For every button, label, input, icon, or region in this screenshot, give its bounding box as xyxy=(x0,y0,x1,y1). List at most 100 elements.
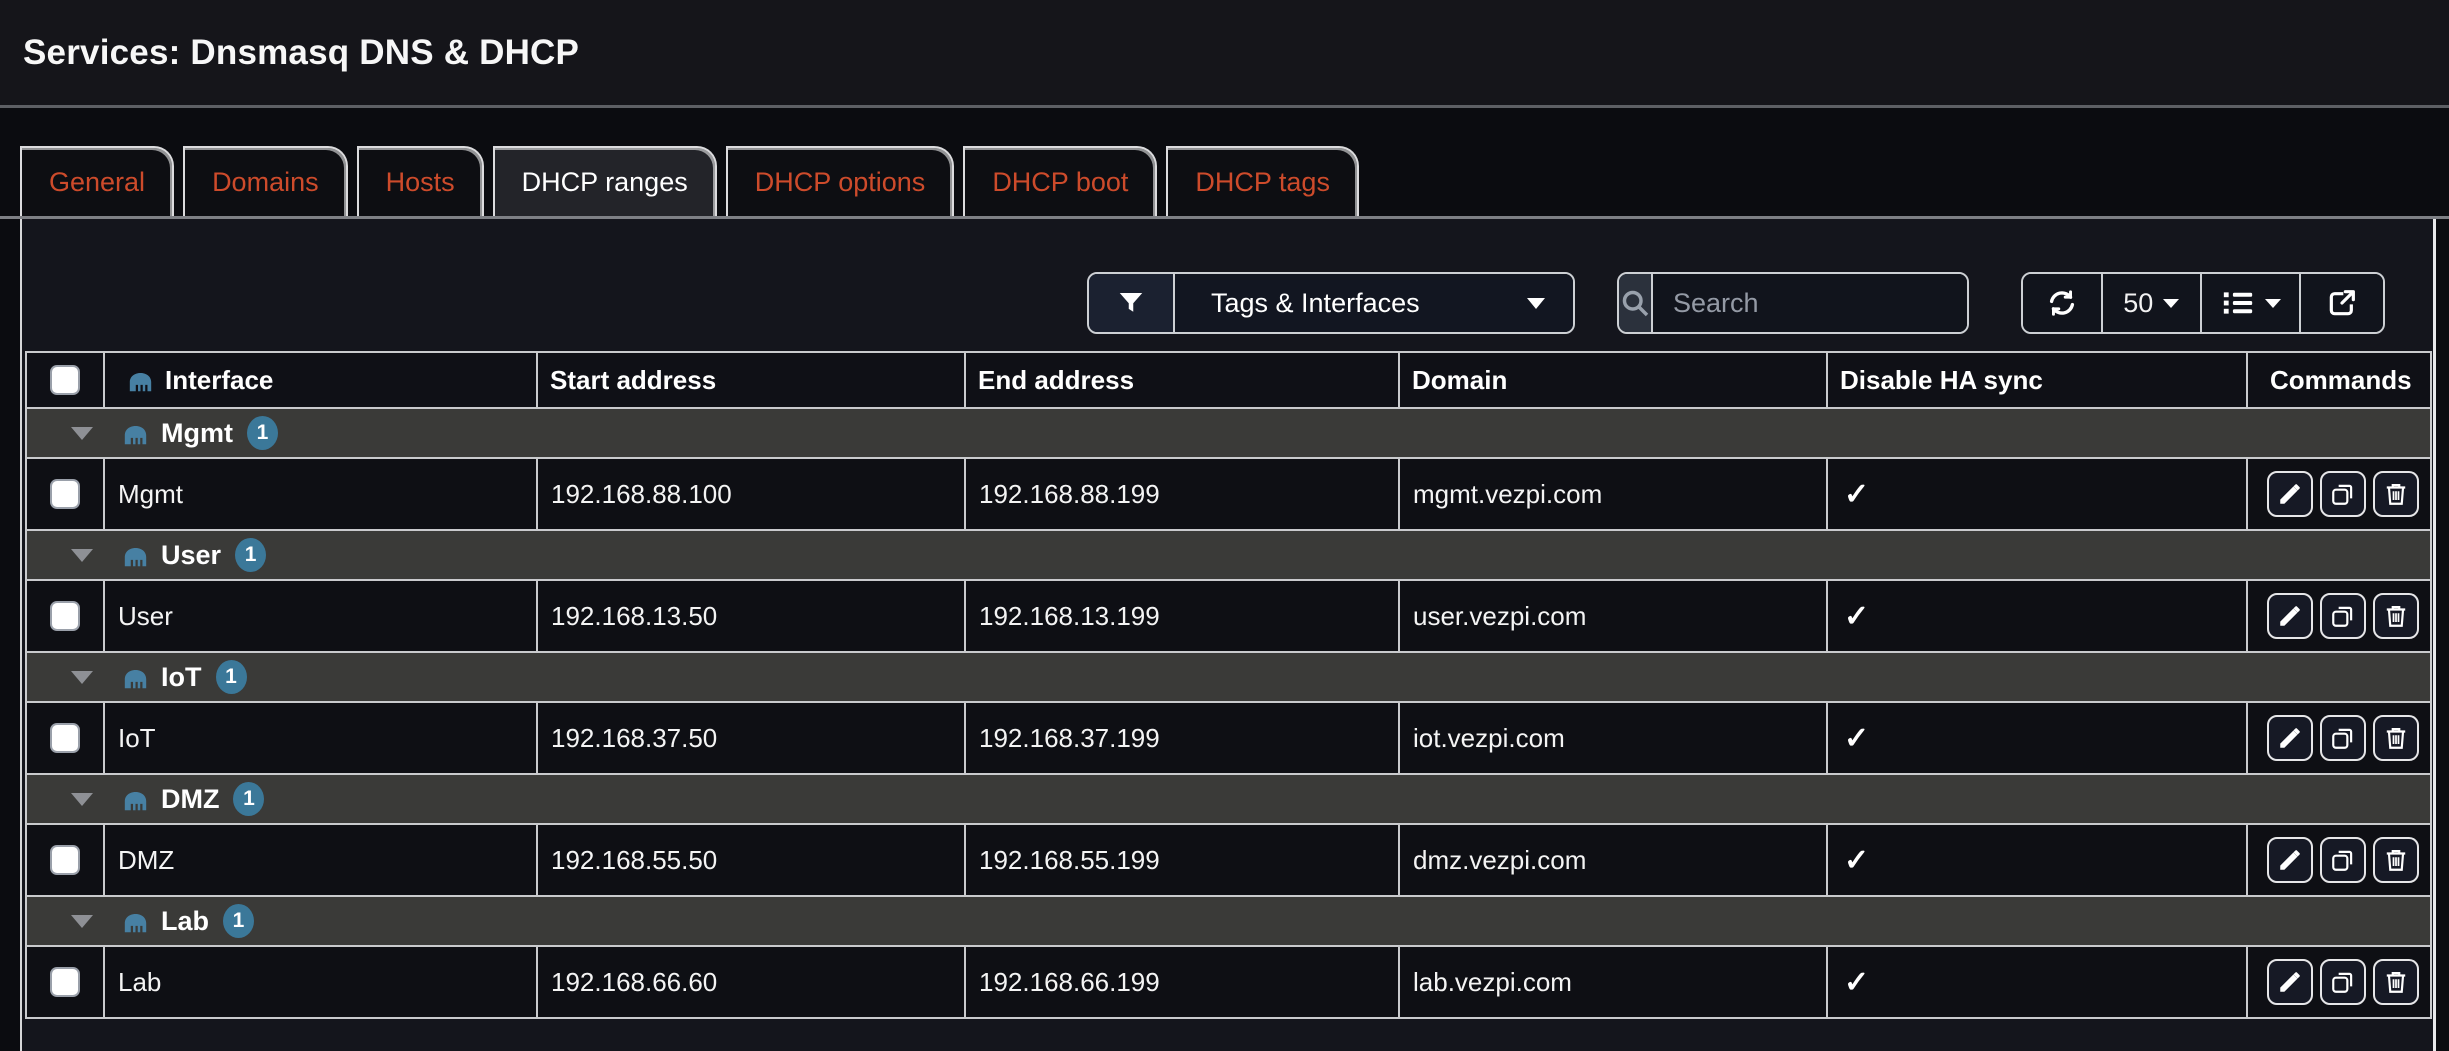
cell-ha-checkmark: ✓ xyxy=(1828,947,2248,1019)
tab-general[interactable]: General xyxy=(20,146,174,216)
collapse-caret-icon[interactable] xyxy=(71,793,93,806)
cell-start-address: 192.168.37.50 xyxy=(538,703,966,775)
table-row: IoT 192.168.37.50 192.168.37.199 iot.vez… xyxy=(27,703,2430,775)
collapse-caret-icon[interactable] xyxy=(71,549,93,562)
export-icon xyxy=(2326,287,2358,319)
cell-start-address: 192.168.66.60 xyxy=(538,947,966,1019)
search-icon[interactable] xyxy=(1619,274,1653,332)
page-header: Services: Dnsmasq DNS & DHCP xyxy=(0,0,2449,108)
group-row-user[interactable]: User 1 xyxy=(27,531,2430,581)
cell-end-address: 192.168.66.199 xyxy=(966,947,1400,1019)
funnel-icon xyxy=(1089,274,1175,332)
edit-button[interactable] xyxy=(2267,837,2313,883)
grid-toolbar: Tags & Interfaces xyxy=(22,219,2433,351)
row-checkbox[interactable] xyxy=(50,967,80,997)
tab-dhcp-options[interactable]: DHCP options xyxy=(726,146,955,216)
tab-dhcp-ranges[interactable]: DHCP ranges xyxy=(493,146,717,216)
tab-domains[interactable]: Domains xyxy=(183,146,348,216)
archway-icon xyxy=(122,542,149,569)
column-header-interface[interactable]: Interface xyxy=(105,353,538,409)
delete-button[interactable] xyxy=(2373,959,2419,1005)
row-select-cell xyxy=(27,703,105,775)
cell-end-address: 192.168.37.199 xyxy=(966,703,1400,775)
group-row-lab[interactable]: Lab 1 xyxy=(27,897,2430,947)
cell-ha-checkmark: ✓ xyxy=(1828,825,2248,897)
cell-end-address: 192.168.88.199 xyxy=(966,459,1400,531)
cell-end-address: 192.168.13.199 xyxy=(966,581,1400,653)
cell-commands xyxy=(2248,825,2430,897)
copy-button[interactable] xyxy=(2320,593,2366,639)
group-row-iot[interactable]: IoT 1 xyxy=(27,653,2430,703)
cell-end-address: 192.168.55.199 xyxy=(966,825,1400,897)
table-row: Lab 192.168.66.60 192.168.66.199 lab.vez… xyxy=(27,947,2430,1019)
select-all-checkbox[interactable] xyxy=(50,365,80,395)
group-count-badge: 1 xyxy=(247,416,278,450)
grid-action-buttons: 50 xyxy=(2021,272,2385,334)
delete-button[interactable] xyxy=(2373,593,2419,639)
copy-button[interactable] xyxy=(2320,837,2366,883)
column-header-end-address[interactable]: End address xyxy=(966,353,1400,409)
filter-dropdown-value: Tags & Interfaces xyxy=(1211,288,1527,319)
column-header-disable-ha-sync[interactable]: Disable HA sync xyxy=(1828,353,2248,409)
page-size-dropdown[interactable]: 50 xyxy=(2103,274,2202,332)
cell-domain: dmz.vezpi.com xyxy=(1400,825,1828,897)
row-select-cell xyxy=(27,947,105,1019)
filter-dropdown-label-area[interactable]: Tags & Interfaces xyxy=(1175,274,1573,332)
cell-domain: mgmt.vezpi.com xyxy=(1400,459,1828,531)
cell-interface: Mgmt xyxy=(105,459,538,531)
delete-button[interactable] xyxy=(2373,471,2419,517)
group-name: User xyxy=(161,540,221,571)
row-checkbox[interactable] xyxy=(50,479,80,509)
edit-button[interactable] xyxy=(2267,593,2313,639)
cell-interface: Lab xyxy=(105,947,538,1019)
column-header-domain[interactable]: Domain xyxy=(1400,353,1828,409)
cell-commands xyxy=(2248,581,2430,653)
table-row: DMZ 192.168.55.50 192.168.55.199 dmz.vez… xyxy=(27,825,2430,897)
tab-dhcp-boot[interactable]: DHCP boot xyxy=(963,146,1157,216)
copy-button[interactable] xyxy=(2320,471,2366,517)
search-input[interactable] xyxy=(1653,274,1969,332)
export-button[interactable] xyxy=(2301,274,2383,332)
row-select-cell xyxy=(27,825,105,897)
group-name: DMZ xyxy=(161,784,219,815)
row-checkbox[interactable] xyxy=(50,601,80,631)
cell-commands xyxy=(2248,947,2430,1019)
column-header-start-address[interactable]: Start address xyxy=(538,353,966,409)
edit-button[interactable] xyxy=(2267,471,2313,517)
edit-button[interactable] xyxy=(2267,715,2313,761)
group-count-badge: 1 xyxy=(233,782,264,816)
edit-button[interactable] xyxy=(2267,959,2313,1005)
delete-button[interactable] xyxy=(2373,837,2419,883)
group-count-badge: 1 xyxy=(223,904,254,938)
collapse-caret-icon[interactable] xyxy=(71,427,93,440)
copy-button[interactable] xyxy=(2320,715,2366,761)
cell-domain: lab.vezpi.com xyxy=(1400,947,1828,1019)
dhcp-ranges-table: Interface Start address End address Doma… xyxy=(25,351,2432,1019)
group-count-badge: 1 xyxy=(235,538,266,572)
table-row: Mgmt 192.168.88.100 192.168.88.199 mgmt.… xyxy=(27,459,2430,531)
page-size-value: 50 xyxy=(2123,288,2153,319)
row-checkbox[interactable] xyxy=(50,845,80,875)
group-row-mgmt[interactable]: Mgmt 1 xyxy=(27,409,2430,459)
cell-ha-checkmark: ✓ xyxy=(1828,581,2248,653)
copy-button[interactable] xyxy=(2320,959,2366,1005)
group-row-dmz[interactable]: DMZ 1 xyxy=(27,775,2430,825)
page-title: Services: Dnsmasq DNS & DHCP xyxy=(23,33,579,73)
collapse-caret-icon[interactable] xyxy=(71,671,93,684)
tab-hosts[interactable]: Hosts xyxy=(357,146,484,216)
cell-ha-checkmark: ✓ xyxy=(1828,459,2248,531)
collapse-caret-icon[interactable] xyxy=(71,915,93,928)
select-all-cell xyxy=(27,353,105,409)
tab-dhcp-tags[interactable]: DHCP tags xyxy=(1166,146,1359,216)
filter-dropdown[interactable]: Tags & Interfaces xyxy=(1087,272,1575,334)
cell-domain: user.vezpi.com xyxy=(1400,581,1828,653)
cell-commands xyxy=(2248,459,2430,531)
column-selection-dropdown[interactable] xyxy=(2202,274,2301,332)
list-icon xyxy=(2221,286,2255,320)
delete-button[interactable] xyxy=(2373,715,2419,761)
group-name: Mgmt xyxy=(161,418,233,449)
chevron-down-icon xyxy=(2163,299,2179,308)
refresh-button[interactable] xyxy=(2023,274,2103,332)
archway-icon xyxy=(122,420,149,447)
row-checkbox[interactable] xyxy=(50,723,80,753)
